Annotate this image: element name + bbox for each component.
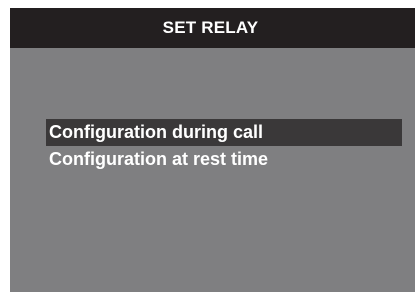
menu-item-label: Configuration during call xyxy=(49,122,263,142)
relay-config-menu: Configuration during call Configuration … xyxy=(46,119,402,173)
relay-settings-screen: SET RELAY Configuration during call Conf… xyxy=(10,8,415,292)
menu-item-configuration-during-call[interactable]: Configuration during call xyxy=(46,119,402,146)
screen-title: SET RELAY xyxy=(162,18,259,37)
menu-item-configuration-at-rest-time[interactable]: Configuration at rest time xyxy=(46,146,402,173)
title-bar: SET RELAY xyxy=(10,8,415,48)
menu-item-label: Configuration at rest time xyxy=(49,149,269,169)
